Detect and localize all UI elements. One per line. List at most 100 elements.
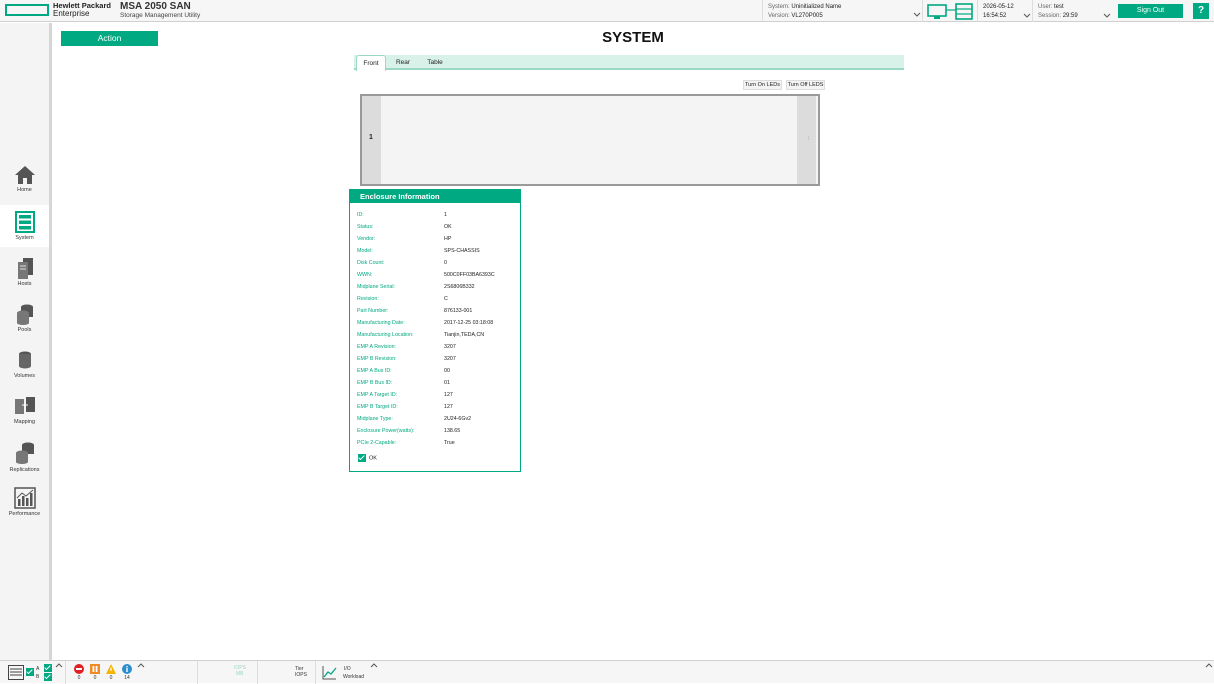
info-value: 3207 [444,356,456,362]
sidebar-item-system[interactable]: System [0,205,49,247]
chevron-up-icon[interactable] [55,662,63,668]
sidebar-item-label: Volumes [13,373,36,379]
info-row: Model: SPS-CHASSIS [357,246,517,256]
enclosure-right-label: 1 [807,136,810,142]
hosts-icon [17,258,33,279]
event-counts[interactable]: 0 0 0 14 [66,661,198,684]
info-key: Vendor: [357,236,376,242]
user-value: test [1054,4,1064,10]
controller-a-label: A [36,666,40,672]
info-value: 2U24-6Gv2 [444,416,472,422]
turn-off-leds-button[interactable]: Turn Off LEDS [786,80,825,90]
help-button[interactable]: ? [1193,3,1209,19]
chevron-down-icon[interactable] [1103,13,1111,19]
sidebar-item-home[interactable]: Home [0,165,49,205]
info-key: Enclosure Power(watts): [357,428,415,434]
action-button[interactable]: Action [61,31,158,46]
tab-bar: Front Rear Table [354,55,904,71]
system-value: Uninitialized Name [791,4,842,10]
info-key: Revision: [357,296,379,302]
home-icon [14,166,35,184]
user-info[interactable]: User: test Session: 29:59 [1032,0,1114,22]
system-label: System: [768,4,790,10]
tab-front[interactable]: Front [356,55,386,71]
info-value: 2017-12-25 03:18:08 [444,320,494,326]
info-key: Midplane Serial: [357,284,395,290]
chevron-down-icon[interactable] [1023,13,1031,19]
info-key: Status: [357,224,374,230]
chevron-down-icon[interactable] [913,12,921,18]
turn-on-leds-button[interactable]: Turn On LEDs [743,80,782,90]
pools-icon [16,304,33,325]
tier-iops[interactable]: Tier IOPS [258,661,316,684]
version-label: Version: [768,13,790,19]
enclosure-id-label: 1 [369,134,373,141]
info-key: Disk Count: [357,260,385,266]
info-key: Part Number: [357,308,389,314]
product-title: MSA 2050 SAN [120,1,191,12]
replications-icon [15,442,34,464]
info-row: WWN: 500C0FF03BA6393C [357,270,517,280]
date-time: 2026-05-12 16:54:52 [977,0,1032,22]
info-row: Manufacturing Date: 2017-12-25 03:18:08 [357,318,517,328]
info-icon [122,664,132,674]
tab-table[interactable]: Table [422,55,448,70]
chevron-up-icon[interactable] [1205,662,1213,668]
info-key: Manufacturing Date: [357,320,405,326]
critical-icon [74,664,84,674]
sidebar-item-performance[interactable]: Performance [0,487,49,527]
performance-icon [13,487,36,509]
sidebar-item-label: Home [17,187,32,193]
info-row: Disk Count: 0 [357,258,517,268]
info-key: Manufacturing Location: [357,332,414,338]
info-key: EMP A Revision: [357,344,397,350]
info-row: ID: 1 [357,210,517,220]
sidebar-item-label: Pools [17,327,32,333]
info-row: EMP B Target ID: 127 [357,402,517,412]
tier-label-2: IOPS [295,672,307,678]
iops-meter[interactable]: IOPS MB [198,661,258,684]
version-value: VL270P005 [791,13,823,19]
sidebar-item-hosts[interactable]: Hosts [0,257,49,297]
info-value: OK [444,224,452,230]
info-value: 1 [444,212,447,218]
info-row: Midplane Serial: 2S6806B332 [357,282,517,292]
system-info[interactable]: System: Uninitialized Name Version: VL27… [762,0,922,22]
sidebar-item-label: Mapping [13,419,36,425]
chevron-up-icon[interactable] [370,662,378,668]
controller-status[interactable]: A B [0,661,66,684]
info-value: 00 [444,368,450,374]
info-value: 876133-001 [444,308,473,314]
sidebar-item-pools[interactable]: Pools [0,303,49,343]
product-subtitle: Storage Management Utility [120,12,201,19]
error-icon [90,664,100,674]
system-monitor[interactable] [922,0,976,22]
info-value: 0 [444,260,447,266]
info-value: C [444,296,448,302]
sign-out-button[interactable]: Sign Out [1118,4,1183,18]
sidebar-item-mapping[interactable]: Mapping [0,395,49,435]
check-icon [358,454,366,462]
chevron-up-icon[interactable] [137,662,145,668]
workload-chart-icon [322,666,337,680]
session-value: 29:59 [1062,13,1078,19]
info-key: EMP B Bus ID: [357,380,393,386]
sidebar-item-label: System [15,235,34,241]
info-key: ID: [357,212,364,218]
info-key: PCIe 2-Capable: [357,440,397,446]
tab-rear[interactable]: Rear [391,55,415,70]
date-text: 2026-05-12 [983,4,1014,10]
enclosure-front-view[interactable]: 1 1 [360,94,820,186]
info-key: EMP A Target ID: [357,392,398,398]
check-icon [44,673,52,681]
info-value: 500C0FF03BA6393C [444,272,495,278]
sidebar-item-volumes[interactable]: Volumes [0,349,49,389]
sidebar-item-label: Replications [9,467,40,473]
controller-b-label: B [36,674,40,680]
info-key: EMP A Bus ID: [357,368,392,374]
sidebar-item-replications[interactable]: Replications [0,441,49,481]
info-value: 2S6806B332 [444,284,475,290]
info-value: True [444,440,455,446]
info-row: Part Number: 876133-001 [357,306,517,316]
io-workload[interactable]: I/O Workload [316,661,380,684]
